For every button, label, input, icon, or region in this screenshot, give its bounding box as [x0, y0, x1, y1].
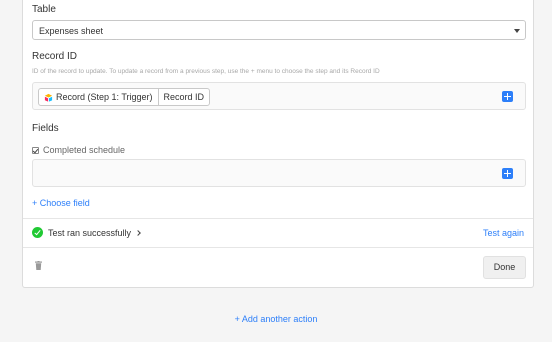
trash-icon[interactable]	[35, 261, 42, 270]
chevron-right-icon	[135, 230, 141, 236]
table-select-value: Expenses sheet	[39, 26, 104, 36]
completed-schedule-field[interactable]: Completed schedule	[32, 145, 125, 155]
fields-label: Fields	[32, 123, 59, 134]
completed-schedule-label: Completed schedule	[43, 145, 126, 155]
token-source-label: Record (Step 1: Trigger)	[56, 92, 153, 102]
add-another-action-link[interactable]: + Add another action	[235, 314, 318, 324]
action-config-card: Table Expenses sheet Record ID ID of the…	[22, 0, 534, 288]
token-source: Record (Step 1: Trigger)	[39, 89, 159, 105]
token-field-label: Record ID	[163, 92, 205, 102]
test-status[interactable]: Test ran successfully	[32, 227, 141, 238]
test-status-text: Test ran successfully	[48, 227, 132, 238]
record-id-token[interactable]: Record (Step 1: Trigger) Record ID	[38, 88, 211, 106]
table-select[interactable]: Expenses sheet	[32, 20, 526, 40]
completed-schedule-input[interactable]	[32, 159, 526, 187]
done-button[interactable]: Done	[483, 256, 526, 279]
check-circle-icon	[32, 227, 43, 238]
record-id-hint: ID of the record to update. To update a …	[32, 68, 380, 75]
checkbox-checked-icon[interactable]	[32, 146, 39, 154]
add-action-row: + Add another action	[0, 309, 552, 327]
table-label: Table	[32, 4, 56, 15]
airtable-logo-icon	[44, 93, 53, 102]
divider	[23, 247, 533, 248]
divider	[23, 218, 533, 219]
chevron-down-icon	[514, 29, 520, 33]
insert-data-plus-icon[interactable]	[502, 91, 513, 102]
record-id-input[interactable]: Record (Step 1: Trigger) Record ID	[32, 82, 526, 110]
record-id-label: Record ID	[32, 51, 78, 62]
insert-data-plus-icon[interactable]	[502, 168, 513, 179]
test-again-link[interactable]: Test again	[483, 228, 524, 238]
choose-field-link[interactable]: + Choose field	[32, 198, 90, 208]
